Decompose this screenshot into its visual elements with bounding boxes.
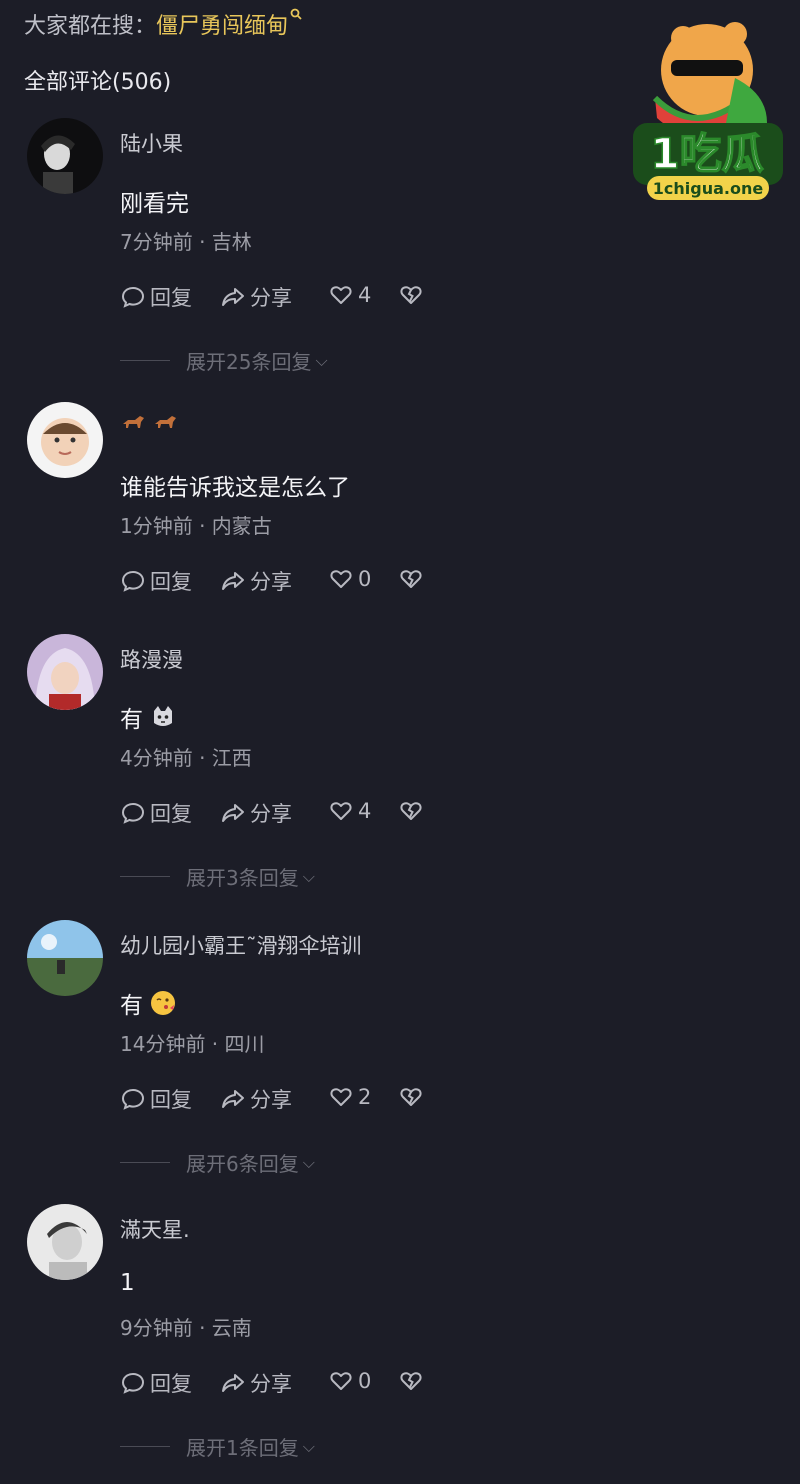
username[interactable]: 陆小果 xyxy=(120,128,183,158)
horse-icon xyxy=(123,416,144,428)
svg-text:1chigua.one: 1chigua.one xyxy=(653,179,764,198)
svg-text:1吃瓜: 1吃瓜 xyxy=(650,129,763,178)
comments-count-title: 全部评论(506) xyxy=(24,70,172,95)
hot-search-keyword[interactable]: 僵尸勇闯缅甸 xyxy=(156,8,288,40)
chevron-down-icon: ⌵ xyxy=(302,866,315,886)
dislike-button[interactable] xyxy=(398,798,428,824)
share-button[interactable]: 分享 xyxy=(220,1368,292,1398)
reply-icon xyxy=(121,802,145,824)
chevron-down-icon: ⌵ xyxy=(302,1436,315,1456)
kissing-face-icon xyxy=(151,991,175,1015)
comment-text: 谁能告诉我这是怎么了 xyxy=(120,475,350,501)
share-icon xyxy=(222,1090,244,1108)
avatar[interactable] xyxy=(27,402,103,478)
share-button[interactable]: 分享 xyxy=(220,798,292,828)
heart-icon xyxy=(330,1088,352,1106)
comment-meta: 14分钟前 · 四川 xyxy=(120,1032,265,1056)
divider-line xyxy=(120,876,170,877)
like-button[interactable]: 2 xyxy=(328,1084,371,1110)
share-icon xyxy=(222,288,244,306)
cat-face-icon xyxy=(154,706,172,726)
dislike-button[interactable] xyxy=(398,566,428,592)
heart-icon xyxy=(330,1372,352,1390)
divider-line xyxy=(120,1446,170,1447)
username[interactable]: 路漫漫 xyxy=(120,644,183,674)
broken-heart-icon xyxy=(400,1372,422,1390)
like-count: 4 xyxy=(358,799,372,823)
username[interactable]: 幼儿园小霸王˜滑翔伞培训 xyxy=(120,930,362,960)
comment-meta: 1分钟前 · 内蒙古 xyxy=(120,514,272,538)
dislike-button[interactable] xyxy=(398,1084,428,1110)
broken-heart-icon xyxy=(400,570,422,588)
username[interactable]: 滿天星. xyxy=(120,1214,190,1244)
reply-button[interactable]: 回复 xyxy=(120,566,192,596)
share-icon xyxy=(222,572,244,590)
avatar[interactable] xyxy=(27,920,103,996)
share-button[interactable]: 分享 xyxy=(220,566,292,596)
share-icon xyxy=(222,1374,244,1392)
share-icon xyxy=(222,804,244,822)
comment-text: 刚看完 xyxy=(120,191,189,217)
horse-icon xyxy=(155,416,176,428)
heart-icon xyxy=(330,802,352,820)
comment-text: 1 xyxy=(120,1270,135,1296)
reply-button[interactable]: 回复 xyxy=(120,282,192,312)
hot-search-bar[interactable]: 大家都在搜： 僵尸勇闯缅甸 xyxy=(24,8,302,40)
heart-icon xyxy=(330,286,352,304)
chevron-down-icon: ⌵ xyxy=(302,1152,315,1172)
username[interactable] xyxy=(120,412,178,434)
like-count: 0 xyxy=(358,1369,372,1393)
like-button[interactable]: 0 xyxy=(328,566,371,592)
broken-heart-icon xyxy=(400,802,422,820)
avatar[interactable] xyxy=(27,1204,103,1280)
broken-heart-icon xyxy=(400,1088,422,1106)
share-button[interactable]: 分享 xyxy=(220,1084,292,1114)
like-count: 0 xyxy=(358,567,372,591)
reply-icon xyxy=(121,1088,145,1110)
search-icon xyxy=(290,8,302,24)
reply-icon xyxy=(121,1372,145,1394)
like-button[interactable]: 4 xyxy=(328,798,371,824)
comment-meta: 7分钟前 · 吉林 xyxy=(120,230,252,254)
share-button[interactable]: 分享 xyxy=(220,282,292,312)
expand-replies-button[interactable]: 展开6条回复 ⌵ xyxy=(120,1148,315,1177)
reply-button[interactable]: 回复 xyxy=(120,1084,192,1114)
watermark-logo: 1吃瓜 1chigua.one xyxy=(625,8,790,208)
like-button[interactable]: 4 xyxy=(328,282,371,308)
avatar[interactable] xyxy=(27,118,103,194)
chevron-down-icon: ⌵ xyxy=(315,350,328,370)
reply-icon xyxy=(121,286,145,308)
comment-meta: 4分钟前 · 江西 xyxy=(120,746,252,770)
like-count: 4 xyxy=(358,283,372,307)
like-count: 2 xyxy=(358,1085,372,1109)
dislike-button[interactable] xyxy=(398,1368,428,1394)
reply-icon xyxy=(121,570,145,592)
divider-line xyxy=(120,1162,170,1163)
hot-search-prefix: 大家都在搜： xyxy=(24,14,157,39)
comment-text: 有 xyxy=(120,986,177,1020)
like-button[interactable]: 0 xyxy=(328,1368,371,1394)
comment-meta: 9分钟前 · 云南 xyxy=(120,1316,252,1340)
dislike-button[interactable] xyxy=(398,282,428,308)
divider-line xyxy=(120,360,170,361)
heart-icon xyxy=(330,570,352,588)
avatar[interactable] xyxy=(27,634,103,710)
broken-heart-icon xyxy=(400,286,422,304)
reply-button[interactable]: 回复 xyxy=(120,798,192,828)
reply-button[interactable]: 回复 xyxy=(120,1368,192,1398)
expand-replies-button[interactable]: 展开3条回复 ⌵ xyxy=(120,862,315,891)
expand-replies-button[interactable]: 展开1条回复 ⌵ xyxy=(120,1432,315,1461)
comment-text: 有 xyxy=(120,700,177,734)
expand-replies-button[interactable]: 展开25条回复 ⌵ xyxy=(120,346,328,375)
